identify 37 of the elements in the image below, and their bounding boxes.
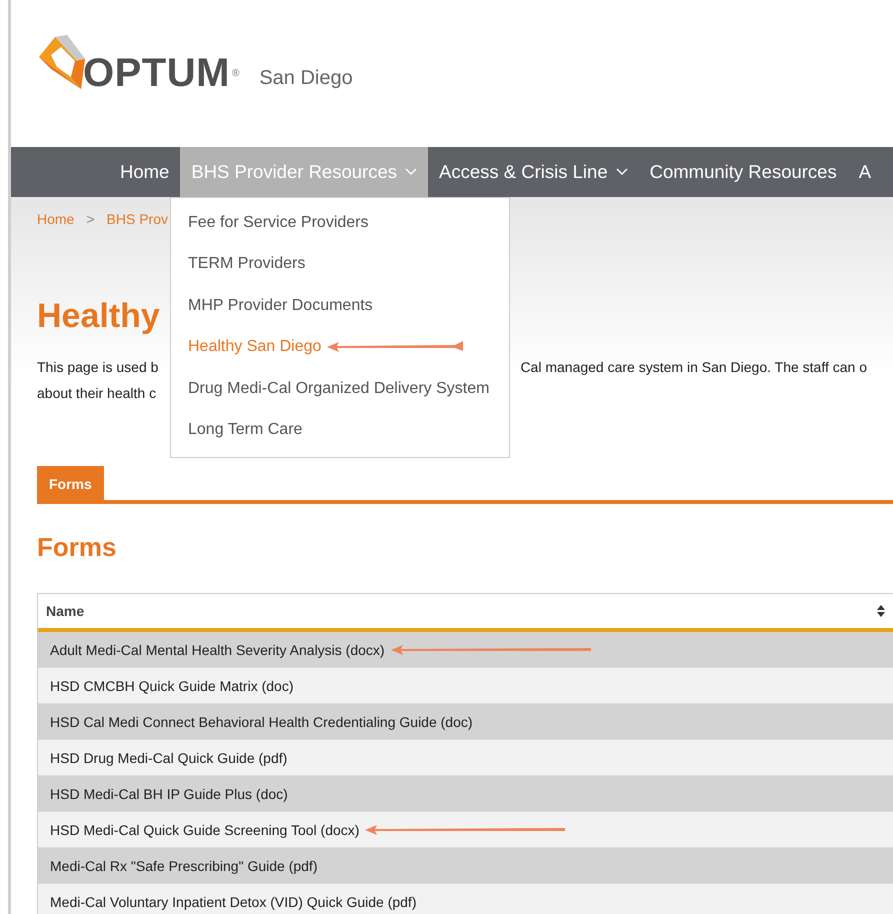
page-title: Healthy xyxy=(37,297,160,336)
table-row[interactable]: Adult Medi-Cal Mental Health Severity Analysis (docx) xyxy=(38,632,893,668)
breadcrumb-separator: > xyxy=(86,211,95,227)
table-cell: Medi-Cal Voluntary Inpatient Detox (VID) Quick Guide (pdf) xyxy=(50,894,416,910)
table-cell: Medi-Cal Rx "Safe Prescribing" Guide (pdf) xyxy=(50,858,318,874)
logo-region: San Diego xyxy=(259,67,353,90)
sort-icon xyxy=(877,605,885,617)
nav-link[interactable]: Community Resources xyxy=(638,147,848,197)
registered-mark: ® xyxy=(232,68,240,79)
menu-item[interactable]: Fee for Service Providers xyxy=(171,214,369,232)
table-cell: HSD Cal Medi Connect Behavioral Health Credentialing Guide (doc) xyxy=(50,714,473,730)
section-title: Forms xyxy=(37,532,118,563)
menu-item[interactable]: MHP Provider Documents xyxy=(171,296,373,315)
description-text: Cal managed care system in San Diego. The staff can o xyxy=(520,358,867,377)
table-cell: Adult Medi-Cal Mental Health Severity Analysis (docx) xyxy=(50,642,385,658)
table-row[interactable]: HSD Medi-Cal BH IP Guide Plus (doc) xyxy=(38,776,893,812)
description-text: about their health c xyxy=(37,384,158,403)
logo-wordmark: OPTUM xyxy=(83,51,230,96)
nav-link[interactable]: Access & Crisis Line xyxy=(428,147,639,197)
table-row[interactable]: HSD Drug Medi-Cal Quick Guide (pdf) xyxy=(38,740,893,776)
table-row[interactable]: Medi-Cal Voluntary Inpatient Detox (VID) Quick Guide (pdf) xyxy=(38,884,893,914)
table-row[interactable]: HSD Medi-Cal Quick Guide Screening Tool (docx) xyxy=(38,812,893,848)
caret-icon xyxy=(405,168,417,176)
menu-item[interactable]: Drug Medi-Cal Organized Delivery System xyxy=(171,380,490,398)
menu-item[interactable]: TERM Providers xyxy=(171,255,306,274)
table-cell: HSD Medi-Cal BH IP Guide Plus (doc) xyxy=(50,786,288,802)
menu-item[interactable]: Long Term Care xyxy=(171,421,302,440)
table-row[interactable]: Medi-Cal Rx "Safe Prescribing" Guide (pdf) xyxy=(38,848,893,884)
table-cell: HSD Medi-Cal Quick Guide Screening Tool (docx) xyxy=(50,822,360,838)
caret-icon xyxy=(616,168,628,176)
nav-link[interactable]: Home xyxy=(109,147,180,197)
table-cell: HSD Drug Medi-Cal Quick Guide (pdf) xyxy=(50,750,288,766)
nav-link[interactable]: A xyxy=(848,147,882,197)
table-row[interactable]: HSD CMCBH Quick Guide Matrix (doc) xyxy=(38,668,893,704)
table-cell: HSD CMCBH Quick Guide Matrix (doc) xyxy=(50,678,294,694)
table-row[interactable]: HSD Cal Medi Connect Behavioral Health Credentialing Guide (doc) xyxy=(38,704,893,740)
description-text: This page is used b xyxy=(37,358,160,377)
